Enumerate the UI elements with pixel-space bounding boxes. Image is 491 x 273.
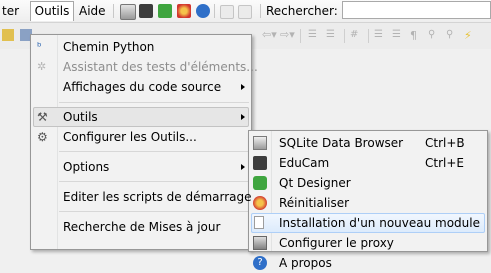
menu-item-outils[interactable]: ⚒ Outils: [31, 107, 251, 127]
zoom-out-icon[interactable]: ⚲: [446, 29, 458, 41]
menu-item-configurer-proxy[interactable]: Configurer le proxy: [249, 233, 487, 253]
outils-menu: ᵇ Chemin Python ✲ Assistant des tests d'…: [30, 34, 258, 250]
format-disabled-icon[interactable]: [238, 5, 252, 19]
menu-item-label: Configurer le proxy: [279, 236, 394, 250]
menu-item-reinitialiser[interactable]: Réinitialiser: [249, 193, 487, 213]
shortcut-label: Ctrl+E: [425, 156, 464, 170]
menu-item-label: Options: [63, 160, 110, 174]
menu-item-label: SQLite Data Browser: [279, 136, 404, 150]
menubar: ter Outils Aide Rechercher:: [0, 0, 491, 23]
list-icon[interactable]: ☰: [374, 29, 386, 41]
reset-icon[interactable]: [177, 4, 191, 18]
menu-item-label: Assistant des tests d'éléments...: [63, 60, 258, 74]
wizard-icon: ✲: [37, 60, 47, 73]
database-icon[interactable]: [120, 4, 136, 20]
zoom-in-icon[interactable]: ⚲: [428, 29, 440, 41]
camera-icon[interactable]: [139, 4, 153, 18]
toolbar-divider: [113, 4, 114, 18]
help-icon: ?: [253, 256, 267, 270]
toolbar-divider: [344, 29, 345, 43]
menu-separator: [59, 102, 249, 103]
menu-item-outils[interactable]: Outils: [30, 1, 74, 21]
menu-item-chemin-python[interactable]: ᵇ Chemin Python: [31, 37, 251, 57]
menu-item-editer-scripts[interactable]: Editer les scripts de démarrage: [31, 187, 252, 207]
settings-icon: ⚙: [37, 130, 48, 144]
menu-item-label: Affichages du code source: [63, 80, 222, 94]
blank-page-icon: [254, 216, 264, 229]
submenu-arrow-icon: [241, 164, 245, 170]
menu-item-aide[interactable]: Aide: [79, 3, 106, 19]
database-icon: [253, 136, 267, 150]
reset-icon: [253, 196, 267, 210]
toolbar-divider: [214, 4, 215, 18]
outils-submenu: SQLite Data Browser Ctrl+B EduCam Ctrl+E…: [248, 130, 488, 270]
camera-icon: [253, 156, 267, 170]
menu-item-label: Recherche de Mises à jour: [63, 220, 221, 234]
menu-item-ter[interactable]: ter: [2, 3, 19, 19]
unindent-icon[interactable]: ☰: [326, 29, 338, 41]
toolbar-divider: [368, 29, 369, 43]
menu-item-affichages[interactable]: Affichages du code source: [31, 77, 251, 97]
menu-item-label: Chemin Python: [63, 40, 155, 54]
menu-item-configurer-outils[interactable]: ⚙ Configurer les Outils...: [31, 127, 251, 147]
magic-wand-icon[interactable]: ⚡: [464, 29, 476, 42]
toolbar-divider: [260, 4, 261, 18]
tools-icon: ⚒: [37, 110, 48, 124]
menu-separator: [59, 181, 249, 182]
python-path-icon: ᵇ: [37, 40, 42, 53]
submenu-arrow-icon: [241, 114, 245, 120]
menu-item-options[interactable]: Options: [31, 157, 251, 177]
menu-item-label: A propos: [279, 256, 332, 270]
menu-item-label: Configurer les Outils...: [63, 130, 197, 144]
menu-item-label: Qt Designer: [279, 176, 351, 190]
pilcrow-icon[interactable]: ¶: [410, 29, 422, 42]
menu-item-label: Réinitialiser: [279, 196, 350, 210]
indent-icon[interactable]: ☰: [308, 29, 320, 41]
menu-item-label: Installation d'un nouveau module: [279, 216, 480, 230]
menu-separator: [59, 151, 249, 152]
qt-designer-icon[interactable]: [158, 4, 172, 18]
menu-item-recherche-mises-a-jour[interactable]: Recherche de Mises à jour: [31, 217, 251, 237]
menu-item-label: EduCam: [279, 156, 330, 170]
menu-item-assistant[interactable]: ✲ Assistant des tests d'éléments...: [31, 57, 258, 77]
undo-icon[interactable]: ⇦▾: [262, 29, 277, 41]
toolbar-divider: [300, 29, 301, 43]
menu-separator: [59, 211, 249, 212]
help-icon[interactable]: [196, 4, 210, 18]
search-label: Rechercher:: [266, 4, 338, 18]
shortcut-label: Ctrl+B: [425, 136, 465, 150]
menu-item-qt-designer[interactable]: Qt Designer: [249, 173, 487, 193]
submenu-arrow-icon: [241, 84, 245, 90]
qt-designer-icon: [253, 176, 267, 190]
align-icon[interactable]: ☰: [392, 29, 404, 41]
menu-item-educam[interactable]: EduCam Ctrl+E: [249, 153, 487, 173]
redo-icon[interactable]: ⇨▾: [280, 29, 295, 41]
edit-disabled-icon[interactable]: [220, 5, 234, 19]
open-folder-icon[interactable]: [2, 29, 14, 41]
comment-icon[interactable]: #: [350, 29, 362, 41]
menu-item-label: Editer les scripts de démarrage: [63, 190, 252, 204]
menu-item-label: Outils: [63, 110, 98, 124]
menu-item-sqlite[interactable]: SQLite Data Browser Ctrl+B: [249, 133, 487, 153]
search-input[interactable]: [342, 1, 491, 19]
menu-item-installation-module[interactable]: Installation d'un nouveau module: [249, 213, 487, 233]
menu-item-a-propos[interactable]: ? A propos: [249, 253, 487, 273]
